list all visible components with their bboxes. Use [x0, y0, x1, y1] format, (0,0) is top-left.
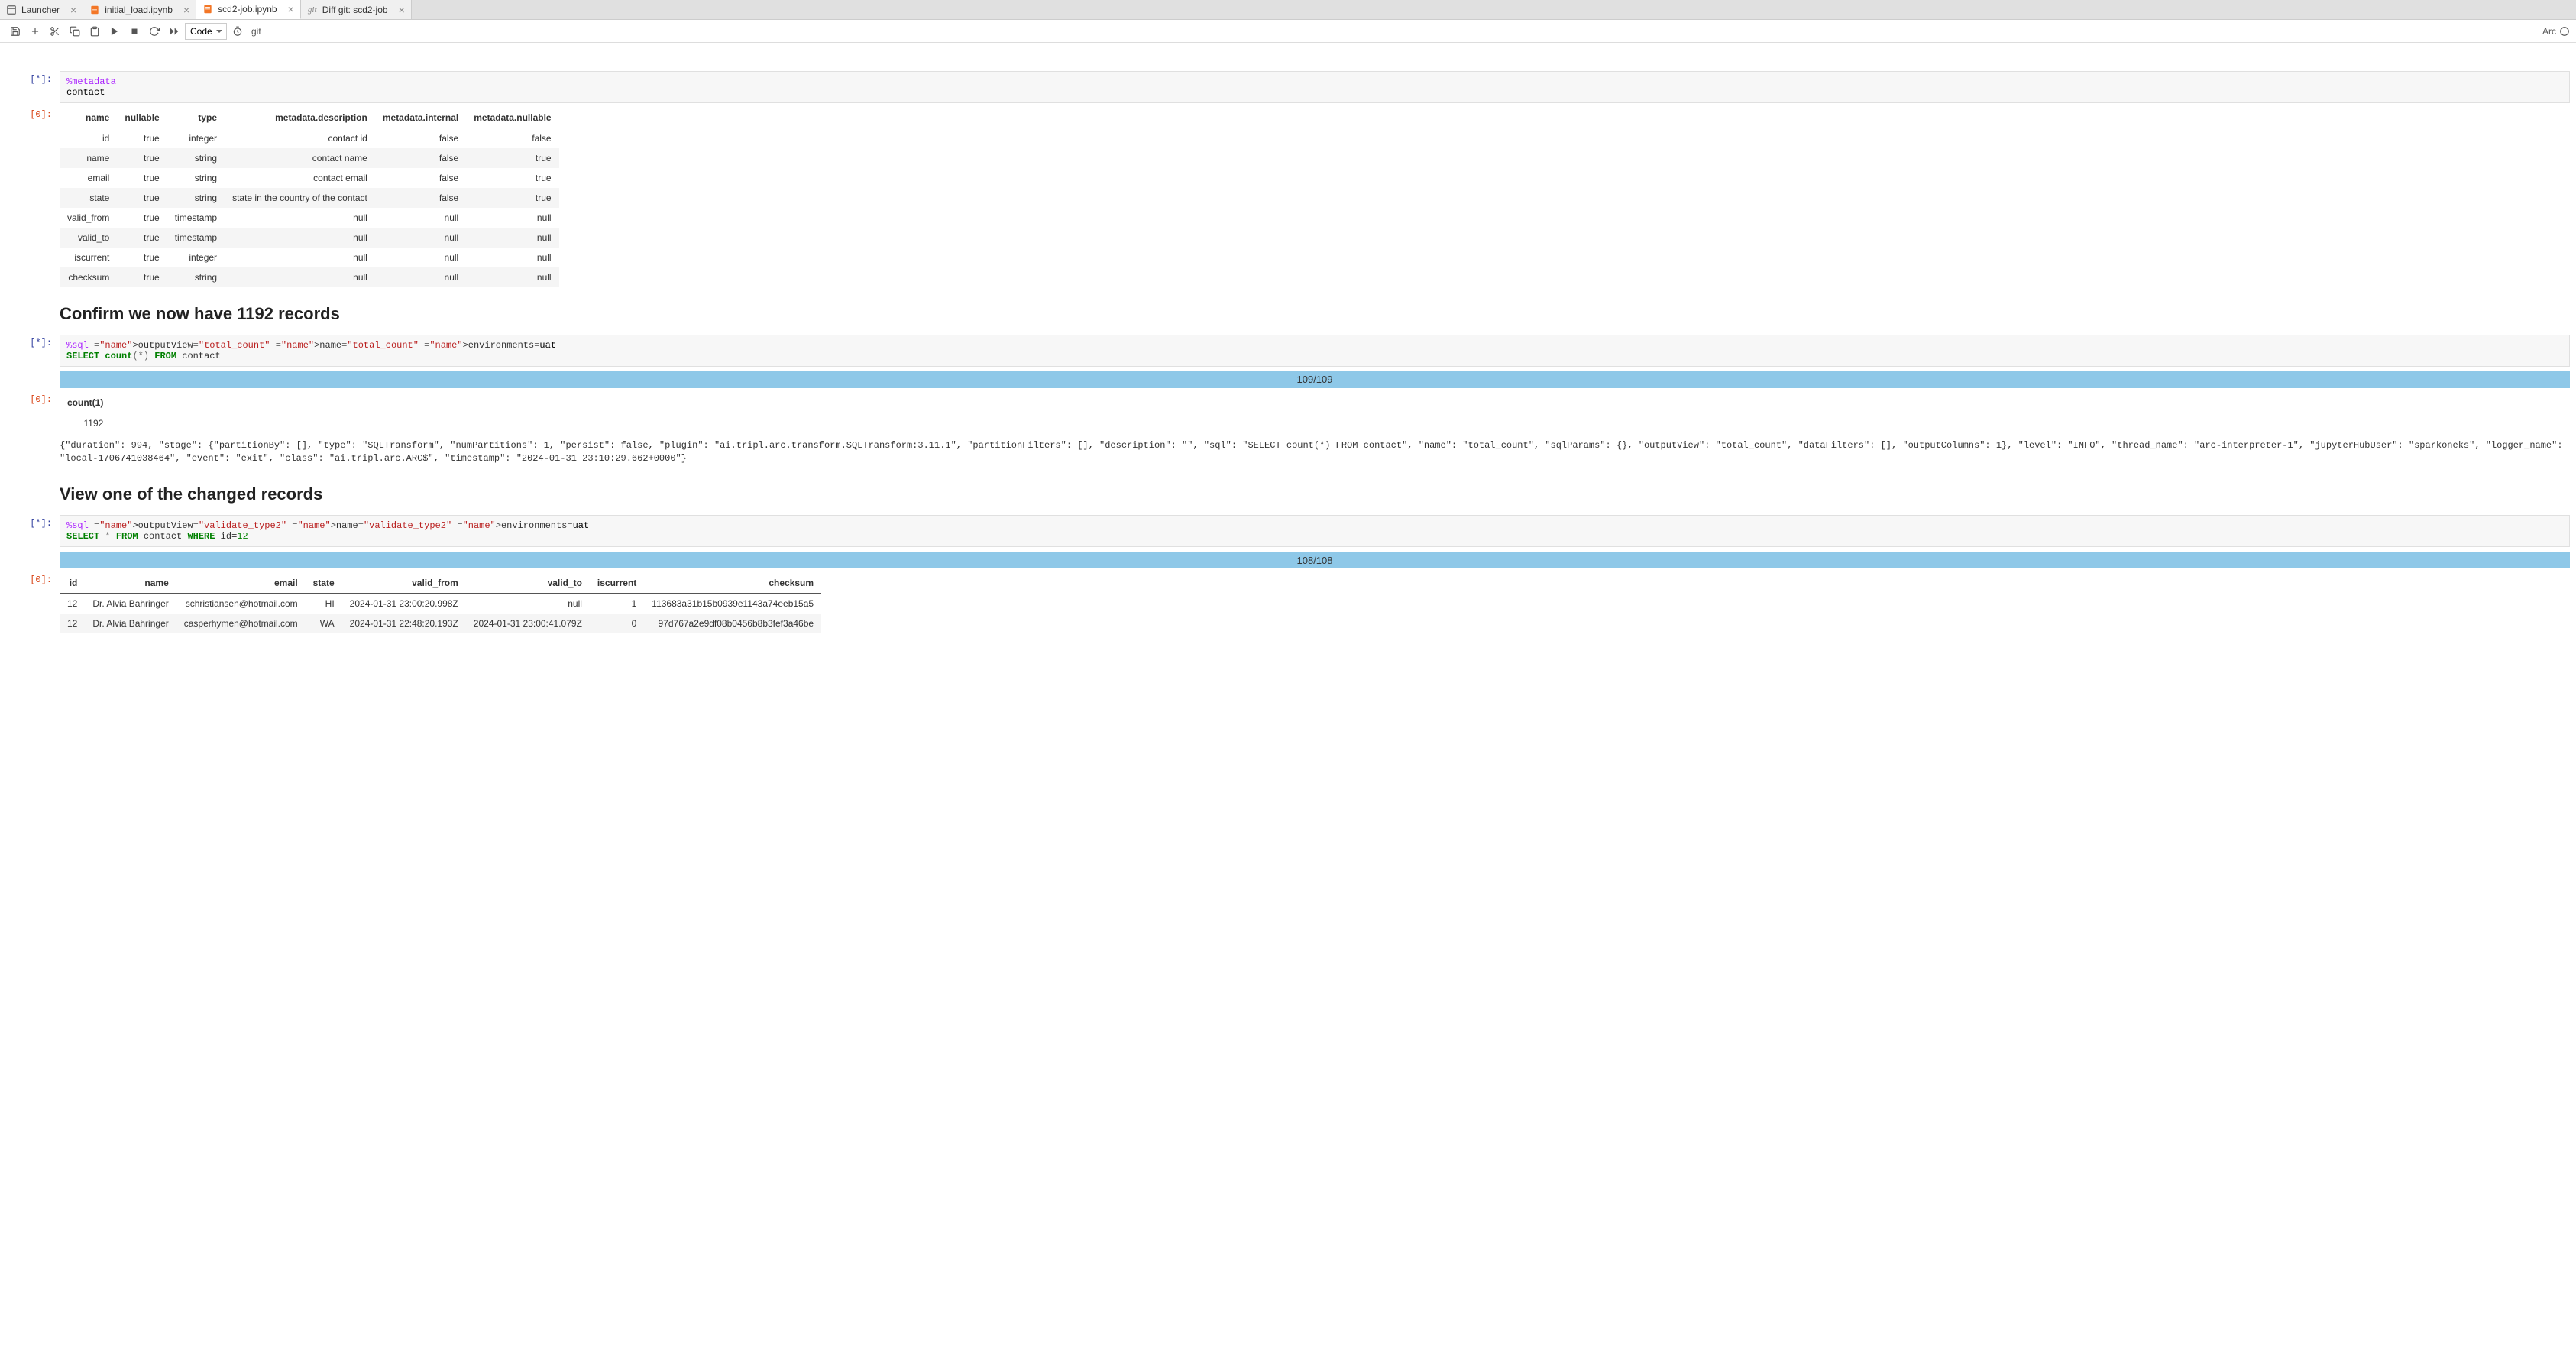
cell-type-select[interactable]: Code — [185, 23, 227, 40]
copy-button[interactable] — [66, 22, 84, 40]
progress-text: 108/108 — [1297, 555, 1333, 566]
tab-label: Launcher — [21, 5, 60, 15]
tab-label: Diff git: scd2-job — [322, 5, 388, 15]
tab-initial-load[interactable]: initial_load.ipynb × — [83, 0, 196, 19]
launcher-icon — [6, 5, 17, 15]
save-button[interactable] — [6, 22, 24, 40]
raw-json-output: {"duration": 994, "stage": {"partitionBy… — [6, 436, 2570, 468]
progress-text: 109/109 — [1297, 374, 1333, 385]
table-header: type — [167, 108, 225, 128]
table-row: valid_totruetimestampnullnullnull — [60, 228, 559, 248]
notebook-icon — [202, 4, 213, 15]
cut-button[interactable] — [46, 22, 64, 40]
add-cell-button[interactable] — [26, 22, 44, 40]
table-header: iscurrent — [590, 573, 644, 594]
table-row: valid_fromtruetimestampnullnullnull — [60, 208, 559, 228]
heading-confirm: Confirm we now have 1192 records — [60, 304, 2570, 324]
out-prompt: [0]: — [6, 106, 60, 287]
close-icon[interactable]: × — [399, 4, 405, 16]
close-icon[interactable]: × — [70, 4, 76, 16]
table-header: email — [176, 573, 306, 594]
tab-diff-git[interactable]: git Diff git: scd2-job × — [301, 0, 412, 19]
table-row: iscurrenttrueintegernullnullnull — [60, 248, 559, 267]
table-row: 12Dr. Alvia Bahringerschristiansen@hotma… — [60, 594, 821, 614]
code-input[interactable]: %sql ="name">outputView="validate_type2"… — [60, 515, 2570, 547]
code-cell-sql2[interactable]: [*]: %sql ="name">outputView="validate_t… — [6, 515, 2570, 547]
output-cell-records: [0]: idnameemailstatevalid_fromvalid_toi… — [6, 572, 2570, 633]
metadata-table: namenullabletypemetadata.descriptionmeta… — [60, 108, 559, 287]
out-prompt: [0]: — [6, 391, 60, 433]
notebook-area: [*]: %metadata contact [0]: namenullable… — [0, 43, 2576, 667]
count-value: 1192 — [60, 413, 111, 433]
table-header: metadata.internal — [375, 108, 466, 128]
git-icon: git — [307, 5, 318, 15]
progress-bar: 108/108 — [60, 552, 2570, 568]
table-row: emailtruestringcontact emailfalsetrue — [60, 168, 559, 188]
close-icon[interactable]: × — [183, 4, 189, 16]
stop-button[interactable] — [125, 22, 144, 40]
code-cell-metadata[interactable]: [*]: %metadata contact — [6, 71, 2570, 103]
table-row: 12Dr. Alvia Bahringercasperhymen@hotmail… — [60, 614, 821, 633]
count-table: count(1) 1192 — [60, 393, 111, 433]
kernel-indicator[interactable]: Arc — [2542, 26, 2570, 37]
in-prompt: [*]: — [6, 335, 60, 367]
tab-scd2-job[interactable]: scd2-job.ipynb × — [196, 0, 301, 19]
in-prompt: [*]: — [6, 71, 60, 103]
heading-view: View one of the changed records — [60, 484, 2570, 504]
paste-button[interactable] — [86, 22, 104, 40]
table-header: name — [60, 108, 117, 128]
close-icon[interactable]: × — [288, 3, 294, 15]
tab-label: scd2-job.ipynb — [218, 4, 277, 15]
markdown-cell-heading1[interactable]: Confirm we now have 1192 records — [6, 290, 2570, 332]
run-all-button[interactable] — [165, 22, 183, 40]
cell-type-select-wrap: Code — [185, 23, 227, 40]
table-header: id — [60, 573, 85, 594]
table-row: nametruestringcontact namefalsetrue — [60, 148, 559, 168]
table-header: checksum — [644, 573, 821, 594]
notebook-icon — [89, 5, 100, 15]
progress-bar: 109/109 — [60, 371, 2570, 388]
table-header: valid_from — [342, 573, 466, 594]
table-header: state — [306, 573, 342, 594]
tab-label: initial_load.ipynb — [105, 5, 173, 15]
restart-button[interactable] — [145, 22, 163, 40]
table-header: metadata.nullable — [466, 108, 558, 128]
table-header: name — [85, 573, 176, 594]
tab-bar: Launcher × initial_load.ipynb × scd2-job… — [0, 0, 2576, 20]
kernel-name: Arc — [2542, 26, 2556, 37]
code-input[interactable]: %metadata contact — [60, 71, 2570, 103]
truncated-output — [6, 49, 2570, 68]
toolbar: Code git Arc — [0, 20, 2576, 43]
run-button[interactable] — [105, 22, 124, 40]
table-header: nullable — [117, 108, 167, 128]
output-cell-metadata: [0]: namenullabletypemetadata.descriptio… — [6, 106, 2570, 287]
table-header: metadata.description — [225, 108, 375, 128]
tab-launcher[interactable]: Launcher × — [0, 0, 83, 19]
out-prompt: [0]: — [6, 572, 60, 633]
progress-output-1: 109/109 — [6, 370, 2570, 388]
code-input[interactable]: %sql ="name">outputView="total_count" ="… — [60, 335, 2570, 367]
output-cell-count: [0]: count(1) 1192 — [6, 391, 2570, 433]
git-label[interactable]: git — [251, 26, 261, 37]
timing-button[interactable] — [228, 22, 247, 40]
records-table: idnameemailstatevalid_fromvalid_toiscurr… — [60, 573, 821, 633]
kernel-status-icon — [2559, 26, 2570, 37]
table-row: statetruestringstate in the country of t… — [60, 188, 559, 208]
table-header: valid_to — [466, 573, 590, 594]
count-header: count(1) — [60, 393, 111, 413]
log-text: {"duration": 994, "stage": {"partitionBy… — [60, 436, 2570, 468]
markdown-cell-heading2[interactable]: View one of the changed records — [6, 471, 2570, 512]
table-row: idtrueintegercontact idfalsefalse — [60, 128, 559, 148]
in-prompt: [*]: — [6, 515, 60, 547]
progress-output-2: 108/108 — [6, 550, 2570, 568]
table-row: checksumtruestringnullnullnull — [60, 267, 559, 287]
code-cell-sql1[interactable]: [*]: %sql ="name">outputView="total_coun… — [6, 335, 2570, 367]
